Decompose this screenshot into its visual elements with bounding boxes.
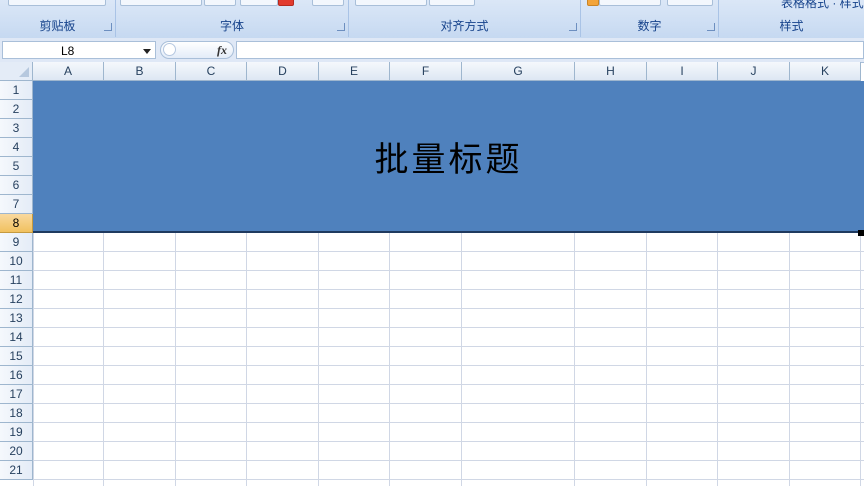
row-header-10[interactable]: 10 xyxy=(0,252,33,271)
font-size-box[interactable] xyxy=(204,0,236,6)
row-gridline xyxy=(33,441,864,442)
column-header-j[interactable]: J xyxy=(718,62,790,81)
row-header-16[interactable]: 16 xyxy=(0,366,33,385)
decimal-buttons[interactable] xyxy=(667,0,713,6)
row-gridline xyxy=(33,365,864,366)
row-gridline xyxy=(33,270,864,271)
chevron-down-icon[interactable] xyxy=(143,49,151,54)
column-header-e[interactable]: E xyxy=(319,62,390,81)
clipboard-group-label: 剪贴板 xyxy=(39,19,76,33)
row-header-3[interactable]: 3 xyxy=(0,119,33,138)
number-group-label: 数字 xyxy=(637,19,662,33)
formula-input[interactable] xyxy=(236,41,864,59)
currency-icon[interactable] xyxy=(587,0,599,6)
column-header-f[interactable]: F xyxy=(390,62,462,81)
fx-icon: fx xyxy=(217,43,227,57)
title-text: 批量标题 xyxy=(374,139,523,180)
merged-title-cell[interactable]: 批量标题 xyxy=(33,81,864,233)
alignment-launcher-icon[interactable] xyxy=(569,23,577,31)
row-header-17[interactable]: 17 xyxy=(0,385,33,404)
row-gridline xyxy=(33,403,864,404)
number-launcher-icon[interactable] xyxy=(707,23,715,31)
insert-function-button[interactable]: fx xyxy=(160,41,234,59)
row-header-21[interactable]: 21 xyxy=(0,461,33,480)
row-gridline xyxy=(33,460,864,461)
row-header-1[interactable]: 1 xyxy=(0,81,33,100)
column-header-k[interactable]: K xyxy=(790,62,861,81)
format-as-table-button[interactable]: 表格格式 · 样式 xyxy=(781,0,864,11)
row-header-11[interactable]: 11 xyxy=(0,271,33,290)
row-gridline xyxy=(33,422,864,423)
ribbon: 剪贴板 字体 对齐方式 数字 表格格式 · 样式 样式 xyxy=(0,0,864,39)
row-gridline xyxy=(33,384,864,385)
row-gridline xyxy=(33,251,864,252)
row-gridline xyxy=(33,346,864,347)
row-header-12[interactable]: 12 xyxy=(0,290,33,309)
row-header-7[interactable]: 7 xyxy=(0,195,33,214)
column-header-i[interactable]: I xyxy=(647,62,718,81)
indent-buttons[interactable] xyxy=(429,0,475,6)
fill-handle[interactable] xyxy=(858,230,864,236)
column-header-g[interactable]: G xyxy=(462,62,575,81)
font-group: 字体 xyxy=(116,0,349,37)
clipboard-group: 剪贴板 xyxy=(0,0,116,37)
row-header-8[interactable]: 8 xyxy=(0,214,33,233)
select-all-button[interactable] xyxy=(0,62,33,81)
name-box[interactable]: L8 xyxy=(2,41,156,59)
alignment-group: 对齐方式 xyxy=(349,0,581,37)
name-box-value: L8 xyxy=(61,44,75,58)
font-color-icon[interactable] xyxy=(278,0,294,6)
select-all-triangle-icon xyxy=(19,67,29,77)
column-header-c[interactable]: C xyxy=(176,62,247,81)
font-launcher-icon[interactable] xyxy=(337,23,345,31)
column-header-a[interactable]: A xyxy=(33,62,104,81)
styles-group-label: 样式 xyxy=(779,19,804,33)
column-header-d[interactable]: D xyxy=(247,62,319,81)
row-header-6[interactable]: 6 xyxy=(0,176,33,195)
row-gridline xyxy=(33,308,864,309)
font-button[interactable] xyxy=(240,0,278,6)
row-header-2[interactable]: 2 xyxy=(0,100,33,119)
alignment-group-label: 对齐方式 xyxy=(440,19,489,33)
row-header-18[interactable]: 18 xyxy=(0,404,33,423)
row-header-15[interactable]: 15 xyxy=(0,347,33,366)
font-name-box[interactable] xyxy=(120,0,202,6)
font-extra-button[interactable] xyxy=(312,0,344,6)
clipboard-launcher-icon[interactable] xyxy=(104,23,112,31)
worksheet-grid: ABCDEFGHIJK 1 2 3 4 5 6 7 8 9 10 11 12 13 14 15 16 17 18 1… xyxy=(0,62,864,486)
expand-circle-icon xyxy=(163,43,176,56)
column-header-h[interactable]: H xyxy=(575,62,647,81)
styles-group: 表格格式 · 样式 样式 xyxy=(719,0,864,37)
row-header-13[interactable]: 13 xyxy=(0,309,33,328)
font-group-label: 字体 xyxy=(219,19,244,33)
row-gridline xyxy=(33,327,864,328)
column-header-b[interactable]: B xyxy=(104,62,176,81)
row-gridline xyxy=(33,289,864,290)
row-header-4[interactable]: 4 xyxy=(0,138,33,157)
row-header-5[interactable]: 5 xyxy=(0,157,33,176)
alignment-buttons[interactable] xyxy=(355,0,427,6)
number-format-buttons[interactable] xyxy=(599,0,661,6)
clipboard-controls[interactable] xyxy=(8,0,106,6)
row-header-19[interactable]: 19 xyxy=(0,423,33,442)
number-group: 数字 xyxy=(581,0,719,37)
row-header-14[interactable]: 14 xyxy=(0,328,33,347)
row-header-9[interactable]: 9 xyxy=(0,233,33,252)
row-gridline xyxy=(33,479,864,480)
row-header-20[interactable]: 20 xyxy=(0,442,33,461)
formula-bar: L8 fx xyxy=(0,38,864,63)
